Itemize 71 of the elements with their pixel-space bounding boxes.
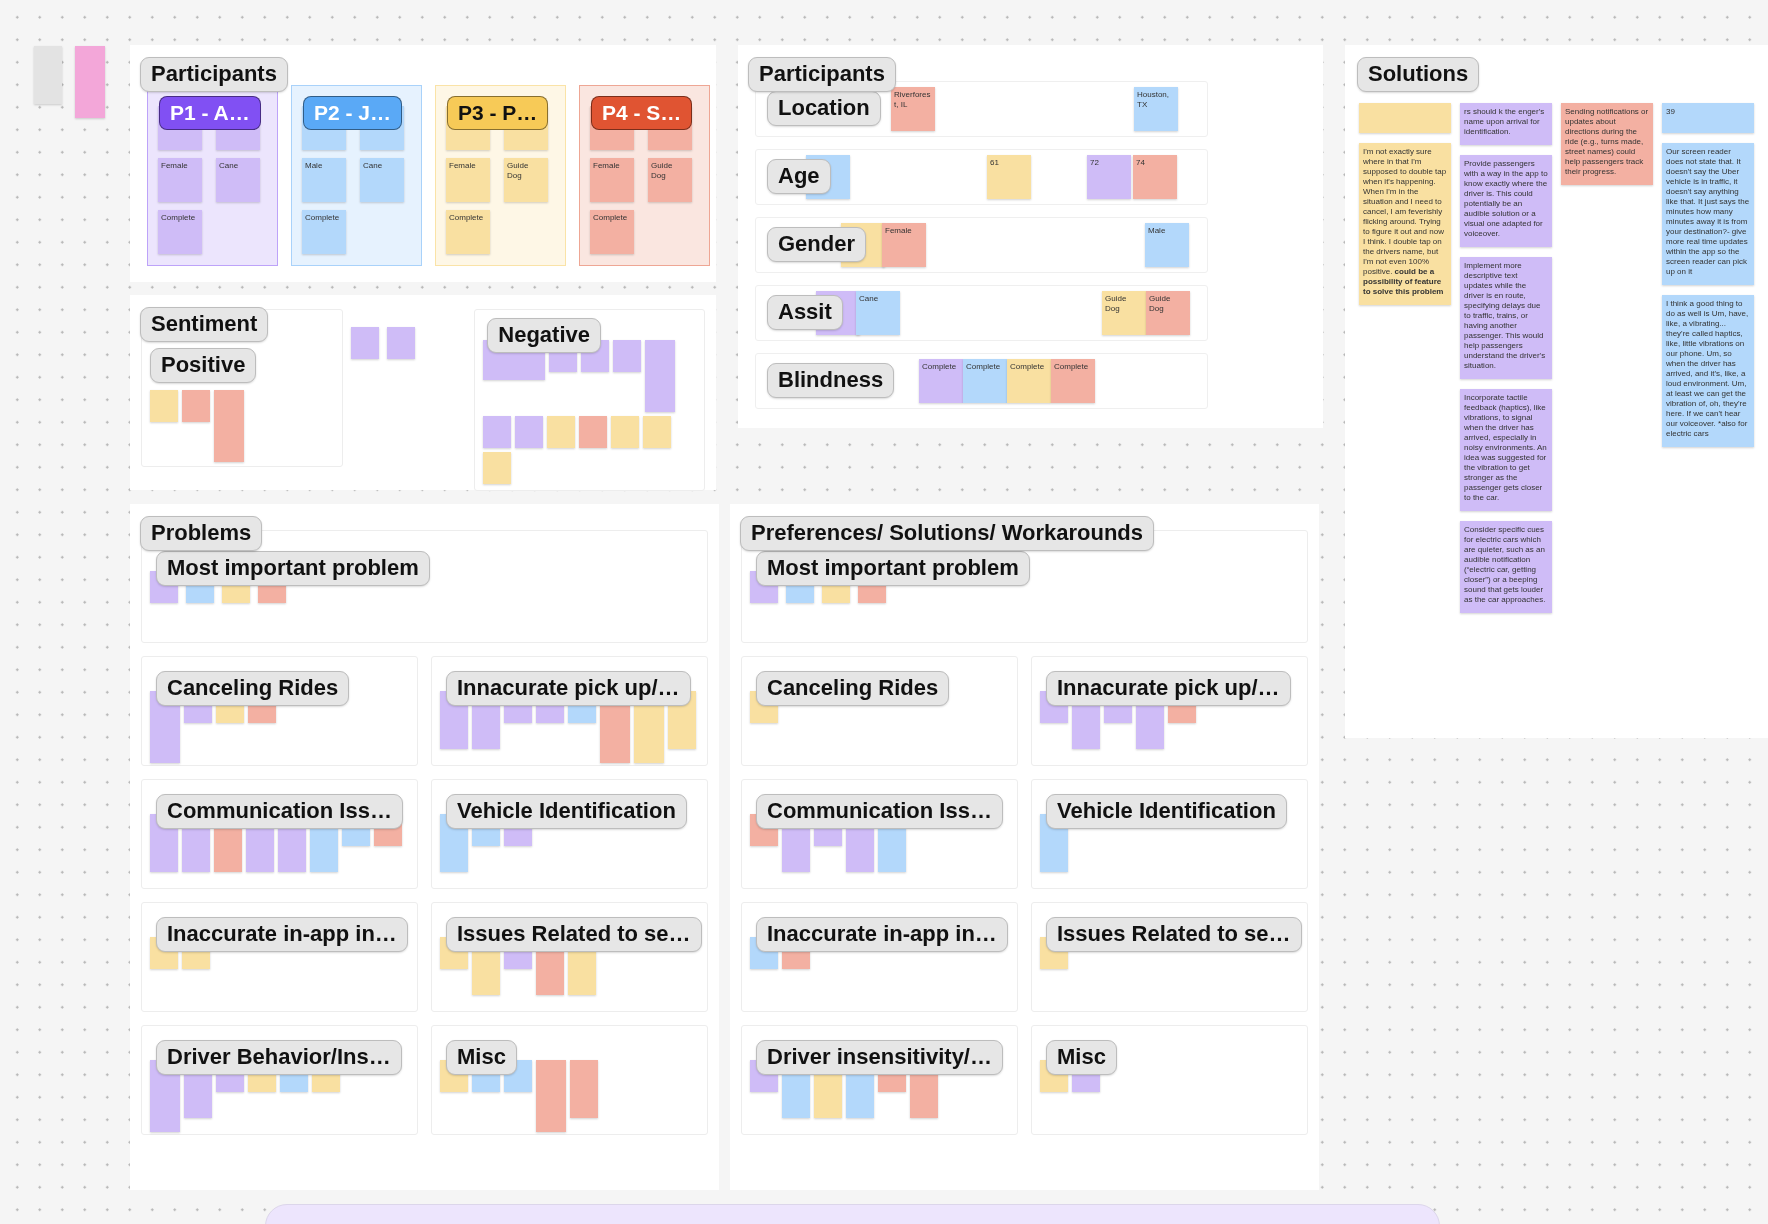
sticky-note: 39 xyxy=(1662,103,1754,133)
sticky-note: Provide passengers with a way in the app to know exactly where the driver is. This could potentially be an audible solution or a visual one adapted for voiceover. xyxy=(1460,155,1552,247)
section-label: Location xyxy=(767,91,881,126)
section-label: Misc xyxy=(1046,1040,1117,1075)
sticky-note: Female xyxy=(590,158,634,202)
section-label: Communication Iss… xyxy=(756,794,1003,829)
section-label: Gender xyxy=(767,227,867,262)
section-label: Innacurate pick up/… xyxy=(446,671,691,706)
persona-chip: P3 - P… xyxy=(447,96,549,130)
section-label: Most important problem xyxy=(756,551,1030,586)
section-label: Vehicle Identification xyxy=(446,794,687,829)
sticky-note: Sending notifications or updates about directions during the ride (e.g., turns made, street names) could help passengers track their progress. xyxy=(1561,103,1653,185)
sticky-note: Female xyxy=(446,158,490,202)
section-label: Canceling Rides xyxy=(756,671,950,706)
section-label: Positive xyxy=(150,348,257,383)
section-label: Blindness xyxy=(767,363,895,398)
sticky-note: Female xyxy=(882,223,926,267)
sticky-note: 61 xyxy=(987,155,1031,199)
section-label: Negative xyxy=(487,318,602,353)
sticky-note: rs should k the enger's name upon arrival for identification. xyxy=(1460,103,1552,145)
sticky-note: Complete xyxy=(590,210,634,254)
section-label: Participants xyxy=(748,57,896,92)
section-label: Vehicle Identification xyxy=(1046,794,1287,829)
sticky-note: Implement more descriptive text updates while the driver is en route, specifying delays due to traffic, trains, or having another passenger. This would help passengers understand the driver's situation. xyxy=(1460,257,1552,379)
sticky-note: Complete xyxy=(1007,359,1051,403)
section-label: Assit xyxy=(767,295,843,330)
sticky-note: I'm not exactly sure where in that I'm supposed to double tap when it's happening. When I'm in the situation and I need to cancel, I am feverishly flicking around. Trying to figure it out and now I think. I double tap on the drivers name, but I'm not even 100% positive. could be a possibility of feature to solve this problem xyxy=(1359,143,1451,305)
sticky-note: Complete xyxy=(158,210,202,254)
sticky-note: Female xyxy=(158,158,202,202)
section-label: Issues Related to se… xyxy=(1046,917,1302,952)
sticky-note: Guide Dog xyxy=(504,158,548,202)
section-label: Age xyxy=(767,159,831,194)
sticky-note: Cane xyxy=(216,158,260,202)
section-label: Inaccurate in-app in… xyxy=(756,917,1008,952)
section-label: Most important problem xyxy=(156,551,430,586)
sticky-note: Complete xyxy=(446,210,490,254)
sticky-note: Male xyxy=(1145,223,1189,267)
section-label: Sentiment xyxy=(140,307,269,342)
section-label: Issues Related to se… xyxy=(446,917,702,952)
persona-chip: P2 - J… xyxy=(303,96,403,130)
section-label: Communication Iss… xyxy=(156,794,403,829)
sticky-note: Complete xyxy=(302,210,346,254)
sticky-note: Guide Dog xyxy=(1146,291,1190,335)
sticky-note: Incorporate tactile feedback (haptics), like vibrations, to signal when the driver has arrived, especially in noisy environments. An idea was suggested for the vibration to get stronger as the passenger gets closer to the car. xyxy=(1460,389,1552,511)
persona-chip: P1 - A… xyxy=(159,96,261,130)
section-label: Inaccurate in-app in… xyxy=(156,917,408,952)
persona-chip: P4 - S… xyxy=(591,96,693,130)
sticky-note: Complete xyxy=(963,359,1007,403)
section-label: Participants xyxy=(140,57,288,92)
sticky-note: Houston, TX xyxy=(1134,87,1178,131)
section-label: Driver Behavior/Ins… xyxy=(156,1040,402,1075)
sticky-note: Complete xyxy=(1051,359,1095,403)
sticky-note: Cane xyxy=(856,291,900,335)
sticky-note: Our screen reader does not state that. It doesn't say the Uber vehicle is in traffic, it doesn't say anything like that. It just says the minutes how many minutes away it is from your destination?- give more real time updates within the app so the screen reader can pick up on it xyxy=(1662,143,1754,285)
section-label: Preferences/ Solutions/ Workarounds xyxy=(740,516,1155,551)
section-label: Misc xyxy=(446,1040,517,1075)
sticky-note: 74 xyxy=(1133,155,1177,199)
sticky-note: Guide Dog xyxy=(648,158,692,202)
sticky-note: Riverforest, IL xyxy=(891,87,935,131)
sticky-note: Consider specific cues for electric cars which are quieter, such as an audible notification (“electric car, getting closer”) or a beeping sound that gets louder as the car approaches. xyxy=(1460,521,1552,613)
section-label: Innacurate pick up/… xyxy=(1046,671,1291,706)
section-label: Problems xyxy=(140,516,263,551)
sticky-note: Complete xyxy=(919,359,963,403)
sticky-note: Guide Dog xyxy=(1102,291,1146,335)
section-label: Canceling Rides xyxy=(156,671,350,706)
section-label: Solutions xyxy=(1357,57,1480,92)
sticky-note: I think a good thing to do as well is Um, have, like, a vibrating... they're called haptics, like, little vibrations on our phone. Um, so when the driver has arrived, and it's, like, a loud environment. Um, at least we can get the vibration of, oh, they're here. If we can't hear our voiceover. *also for electric cars xyxy=(1662,295,1754,447)
sticky-note: Male xyxy=(302,158,346,202)
section-label: Driver insensitivity/… xyxy=(756,1040,1003,1075)
sticky-note: 72 xyxy=(1087,155,1131,199)
sticky-note: Cane xyxy=(360,158,404,202)
